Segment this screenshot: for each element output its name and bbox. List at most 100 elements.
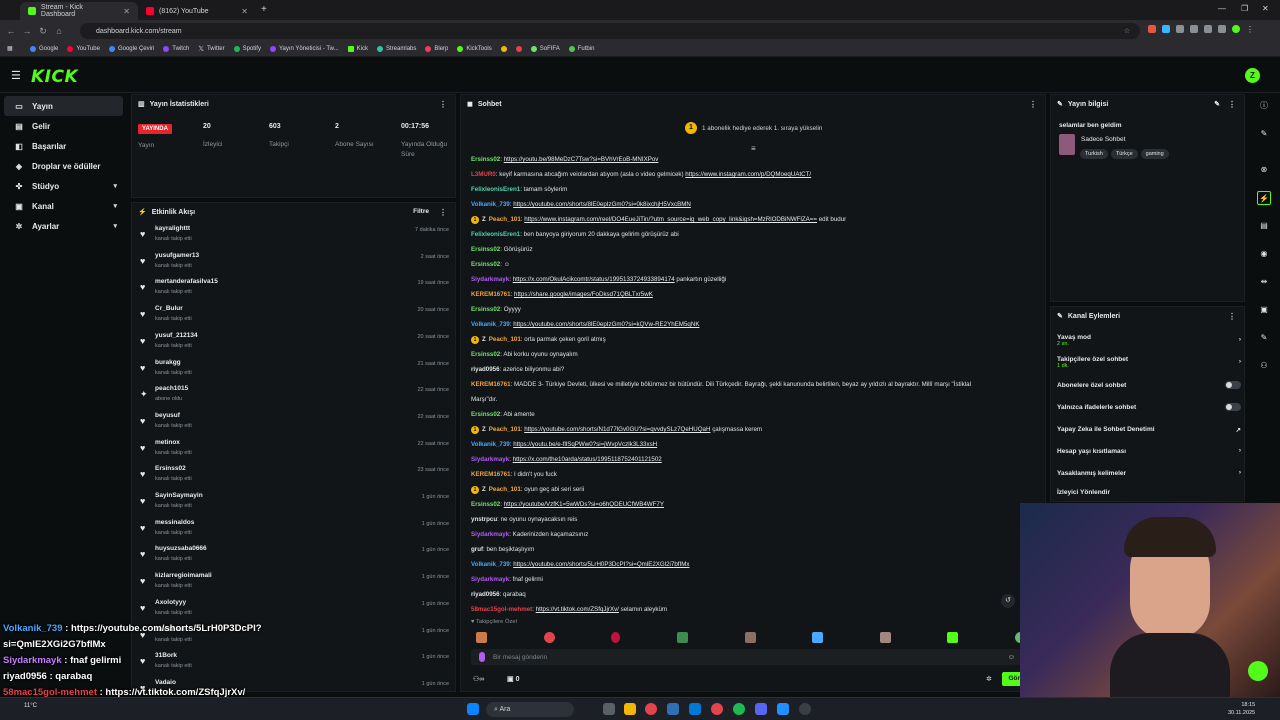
minimize-icon[interactable]: — — [1218, 4, 1226, 13]
chrome-icon[interactable] — [645, 703, 657, 715]
flash-icon[interactable]: ⚡ — [1257, 191, 1271, 205]
chat-username[interactable]: FelixleonisEren1 — [471, 231, 520, 238]
back-icon[interactable]: ← — [3, 26, 19, 36]
tab-youtube[interactable]: (8162) YouTube ✕ — [138, 2, 256, 20]
clock[interactable]: 18:15 30.11.2025 — [1228, 701, 1255, 717]
chat-username[interactable]: Ersinss02 — [471, 501, 500, 508]
more-options-icon[interactable]: ⋮ — [439, 208, 447, 217]
emote-icon[interactable] — [476, 631, 487, 643]
activity-item[interactable]: ♥ mertanderafasilva15 kanalı takip etti 19 … — [132, 276, 452, 303]
activity-user[interactable]: Ersinss02 — [155, 465, 186, 472]
chat-username[interactable]: Ersinss02 — [471, 351, 500, 358]
chat-link[interactable]: https://youtu.be/98MeDzC7Tsw?si=BVhVrEoB… — [504, 156, 659, 163]
chat-link[interactable]: https://vt.tiktok.com/ZSfqJjrXv/ — [536, 606, 619, 613]
edit-icon[interactable]: ✎ — [1214, 100, 1220, 108]
new-tab-icon[interactable]: + — [261, 4, 267, 15]
activity-item[interactable]: ♥ kayralighttt kanalı takip etti 7 dakika ö… — [132, 223, 452, 250]
spotify-icon[interactable] — [733, 703, 745, 715]
activity-item[interactable]: ♥ SayinSaymayin kanalı takip etti 1 gün önc… — [132, 490, 452, 517]
chat-username[interactable]: Siydarkmayk — [471, 576, 509, 583]
activity-item[interactable]: ♥ Axolotyyy kanalı takip etti 1 gün önce — [132, 597, 452, 624]
chat-link[interactable]: https://share.google/images/FoDksd71QBLT… — [514, 291, 653, 298]
star-icon[interactable]: ☆ — [1124, 27, 1130, 35]
action-followers-only[interactable]: Takipçilere özel sohbet 1 dk. › — [1057, 356, 1241, 369]
profile-icon[interactable] — [1232, 25, 1240, 33]
activity-item[interactable]: ♥ messinaldos kanalı takip etti 1 gün önce — [132, 517, 452, 544]
sidebar-item-gelir[interactable]: ▤ Gelir — [4, 116, 123, 136]
action-banned-words[interactable]: Yasaklanmış kelimeler › — [1057, 469, 1241, 477]
bookmark-spotify[interactable]: Spotify — [233, 46, 261, 52]
app-icon[interactable] — [711, 703, 723, 715]
chat-username[interactable]: Volkanik_739 — [471, 201, 510, 208]
home-icon[interactable]: ⌂ — [51, 26, 67, 36]
extension-icon[interactable] — [1148, 25, 1156, 33]
chat-link[interactable]: https://youtube.com/shorts/8lE0epIzGm0?s… — [513, 321, 699, 328]
emote-icon[interactable] — [744, 631, 756, 643]
chat-username[interactable]: gruf — [471, 546, 483, 553]
puzzle-icon[interactable] — [1204, 25, 1212, 33]
chat-username[interactable]: ynstrpcu — [471, 516, 497, 523]
chat-username[interactable]: Siydarkmayk — [471, 276, 509, 283]
chat-username[interactable]: Siydarkmayk — [471, 531, 509, 538]
gift-leaderboard-banner[interactable]: 1 1 abonelik hediye ederek 1. sıraya yük… — [685, 122, 822, 134]
windows-start-icon[interactable] — [467, 703, 479, 715]
more-options-icon[interactable]: ⋮ — [439, 100, 447, 109]
chat-username[interactable]: Volkanik_739 — [471, 441, 510, 448]
chat-link[interactable]: https://youtube.com/shorts/N1d77lGv0GU?s… — [524, 426, 710, 433]
extension-icon[interactable] — [1176, 25, 1184, 33]
activity-user[interactable]: beyusuf — [155, 412, 180, 419]
emotes-only-toggle[interactable] — [1225, 403, 1241, 411]
chat-username[interactable]: Ersinss02 — [471, 156, 500, 163]
activity-user[interactable]: SayinSaymayin — [155, 492, 203, 499]
activity-item[interactable]: ♥ beyusuf kanalı takip etti 22 saat önce — [132, 410, 452, 437]
chat-link[interactable]: https://x.com/the10arda/status/199511875… — [513, 456, 662, 463]
chat-username[interactable]: Peach_101 — [489, 216, 521, 223]
hamburger-menu-icon[interactable]: ☰ — [11, 69, 21, 82]
activity-item[interactable]: ♥ yusufgamer13 kanalı takip etti 2 saat önc… — [132, 250, 452, 277]
activity-item[interactable]: ♥ kizlarregioimamali kanalı takip etti 1 gü… — [132, 570, 452, 597]
activity-user[interactable]: kizlarregioimamali — [155, 572, 212, 579]
activity-item[interactable]: ♥ Ersinss02 kanalı takip etti 23 saat önce — [132, 463, 452, 490]
users-icon[interactable]: ⚇ — [1257, 359, 1271, 373]
activity-user[interactable]: peach1015 — [155, 385, 188, 392]
tab-kick-dashboard[interactable]: Stream - Kick Dashboard ✕ — [20, 2, 138, 20]
menu-icon[interactable]: ⋮ — [1246, 25, 1254, 34]
chat-username[interactable]: Peach_101 — [489, 486, 521, 493]
activity-user[interactable]: messinaldos — [155, 519, 194, 526]
discord-icon[interactable] — [755, 703, 767, 715]
action-emotes-only[interactable]: Yalnızca ifadelerle sohbet — [1057, 403, 1241, 411]
chat-username[interactable]: KEREM16761 — [471, 381, 511, 388]
chat-username[interactable]: Ersinss02 — [471, 261, 500, 268]
chat-link[interactable]: https://youtube.com/shorts/5LrH0P3DcPI?s… — [513, 561, 689, 568]
activity-user[interactable]: metinox — [155, 439, 180, 446]
bookmark-twitch[interactable]: Twitch — [163, 46, 189, 52]
list-icon[interactable]: ▤ — [1257, 219, 1271, 233]
chat-username[interactable]: Ersinss02 — [471, 246, 500, 253]
category-name[interactable]: Sadece Sohbet — [1081, 136, 1125, 143]
reload-icon[interactable]: ↻ — [35, 26, 51, 37]
chat-link[interactable]: https://youtube/VzfK1=5wWDs?si=o6hQDEUCf… — [504, 501, 664, 508]
activity-item[interactable]: ✦ peach1015 abone oldu 22 saat önce — [132, 383, 452, 410]
activity-user[interactable]: yusuf_212134 — [155, 332, 198, 339]
bookmark-blerp[interactable]: Blerp — [425, 46, 448, 52]
activity-item[interactable]: ♥ burakgg kanalı takip etti 21 saat önce — [132, 357, 452, 384]
action-ai-moderation[interactable]: Yapay Zeka ile Sohbet Denetimi ↗ — [1057, 426, 1241, 434]
bookmark-kick[interactable]: Kick — [347, 46, 368, 52]
chat-username[interactable]: Peach_101 — [489, 426, 521, 433]
more-options-icon[interactable]: ⋮ — [1029, 100, 1037, 109]
extension-icon[interactable] — [1190, 25, 1198, 33]
chat-username[interactable]: Volkanik_739 — [471, 321, 510, 328]
chat-username[interactable]: Volkanik_739 — [471, 561, 510, 568]
activity-user[interactable]: Axolotyyy — [155, 599, 186, 606]
task-view-icon[interactable] — [603, 703, 615, 715]
chat-input[interactable]: Bir mesaj gönderin ☺ — [471, 649, 1021, 665]
more-options-icon[interactable]: ⋮ — [1228, 312, 1236, 321]
bookmark-sofifa[interactable]: SoFIFA — [530, 46, 560, 52]
close-icon[interactable]: ✕ — [241, 7, 248, 16]
pinned-toggle-icon[interactable]: ≡ — [751, 144, 756, 153]
chat-bubble-icon[interactable]: ◉ — [1257, 247, 1271, 261]
app-icon[interactable] — [777, 703, 789, 715]
activity-user[interactable]: mertanderafasilva15 — [155, 278, 218, 285]
chat-username[interactable]: Ersinss02 — [471, 411, 500, 418]
channel-points[interactable]: ▣ 0 — [507, 675, 519, 683]
